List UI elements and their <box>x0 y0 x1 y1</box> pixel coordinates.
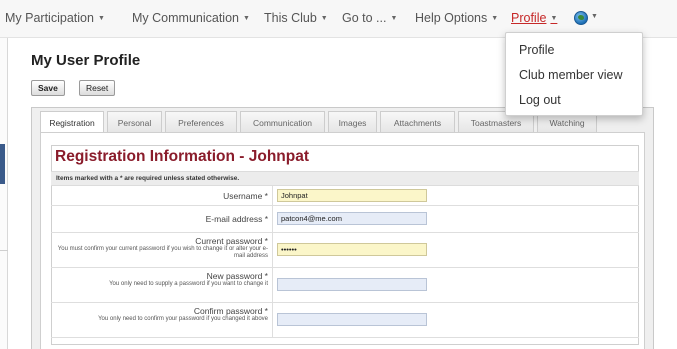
nav-label: Profile <box>511 11 547 25</box>
caret-down-icon: ▼ <box>97 15 105 22</box>
form-row-current-password: Current password * You must confirm your… <box>51 233 639 268</box>
form-row-new-password: New password * You only need to supply a… <box>51 268 639 303</box>
nav-profile[interactable]: Profile ▼ <box>511 11 557 25</box>
left-sidebar-edge <box>0 38 8 349</box>
form-row-username: Username * <box>51 186 639 206</box>
save-button[interactable]: Save <box>31 80 65 96</box>
tab-communication[interactable]: Communication <box>240 111 325 133</box>
new-password-field[interactable] <box>277 278 427 291</box>
nav-label: My Communication <box>132 11 239 25</box>
sidebar-divider <box>0 250 8 251</box>
menu-item-club-member-view[interactable]: Club member view <box>519 68 623 82</box>
tab-attachments[interactable]: Attachments <box>380 111 455 133</box>
new-password-help: You only need to supply a password if yo… <box>109 281 268 287</box>
caret-down-icon: ▼ <box>390 15 398 22</box>
field-label-cell: Current password * You must confirm your… <box>51 233 273 267</box>
username-label: Username * <box>223 191 268 201</box>
confirm-password-label: Confirm password * <box>193 306 268 316</box>
field-label-cell: Username * <box>51 186 273 205</box>
tab-registration[interactable]: Registration <box>40 111 104 133</box>
tab-images[interactable]: Images <box>328 111 377 133</box>
caret-down-icon: ▼ <box>242 15 250 22</box>
globe-icon[interactable] <box>574 11 588 25</box>
form-row-email: E-mail address * <box>51 206 639 233</box>
required-note: Items marked with a * are required unles… <box>51 171 639 186</box>
username-field[interactable] <box>277 189 427 202</box>
page-title: My User Profile <box>31 52 141 69</box>
reset-button[interactable]: Reset <box>79 80 116 96</box>
confirm-password-field[interactable] <box>277 313 427 326</box>
profile-dropdown-menu: Profile Club member view Log out <box>505 32 643 116</box>
nav-label: This Club <box>264 11 317 25</box>
nav-my-communication[interactable]: My Communication ▼ <box>132 11 250 25</box>
nav-go-to[interactable]: Go to ... ▼ <box>342 11 397 25</box>
caret-down-icon: ▼ <box>320 15 328 22</box>
caret-down-icon: ▼ <box>491 15 499 22</box>
nav-label: My Participation <box>5 11 94 25</box>
current-password-field[interactable] <box>277 243 427 256</box>
nav-my-participation[interactable]: My Participation ▼ <box>5 11 105 25</box>
field-label-cell: E-mail address * <box>51 206 273 232</box>
new-password-label: New password * <box>206 271 268 281</box>
field-label-cell: New password * You only need to supply a… <box>51 268 273 302</box>
menu-item-profile[interactable]: Profile <box>519 43 554 57</box>
sidebar-accent <box>0 144 5 184</box>
tab-preferences[interactable]: Preferences <box>165 111 237 133</box>
confirm-password-help: You only need to confirm your password i… <box>98 316 268 322</box>
email-field[interactable] <box>277 212 427 225</box>
email-label: E-mail address * <box>205 214 268 224</box>
tab-personal[interactable]: Personal <box>107 111 162 133</box>
form-row-confirm-password: Confirm password * You only need to conf… <box>51 303 639 338</box>
current-password-help: You must confirm your current password i… <box>57 246 268 259</box>
nav-help-options[interactable]: Help Options ▼ <box>415 11 498 25</box>
caret-down-icon[interactable]: ▼ <box>591 13 598 20</box>
nav-this-club[interactable]: This Club ▼ <box>264 11 328 25</box>
menu-item-log-out[interactable]: Log out <box>519 93 561 107</box>
current-password-label: Current password * <box>195 236 268 246</box>
nav-label: Help Options <box>415 11 488 25</box>
nav-label: Go to ... <box>342 11 387 25</box>
field-label-cell: Confirm password * You only need to conf… <box>51 303 273 337</box>
caret-down-icon: ▼ <box>550 15 558 22</box>
form-title: Registration Information - Johnpat <box>55 148 310 165</box>
